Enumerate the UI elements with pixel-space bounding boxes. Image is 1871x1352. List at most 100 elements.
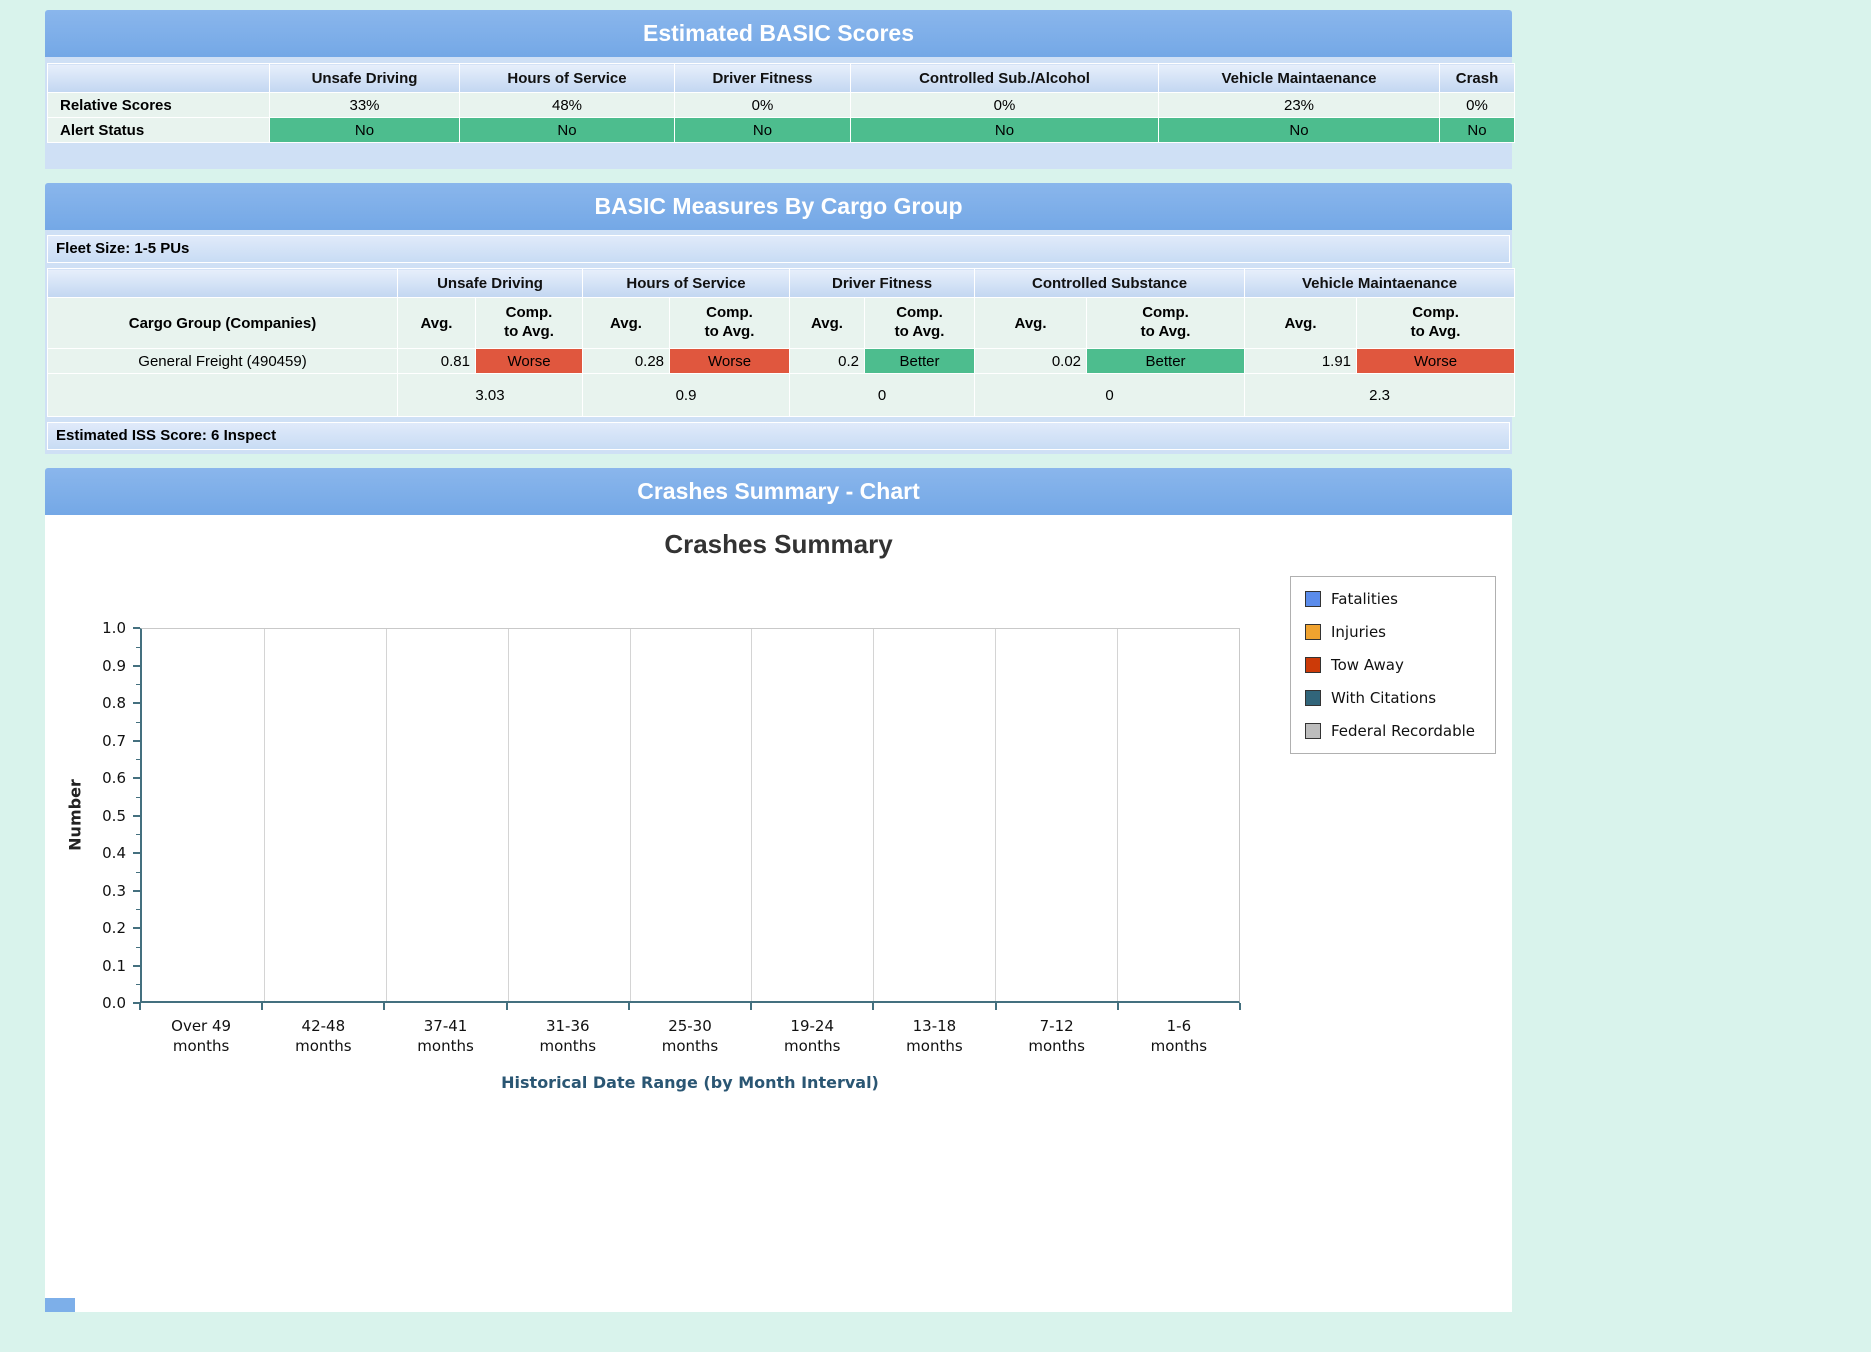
y-tick-label: 0.5 <box>102 806 126 825</box>
cargo-group-data-row: General Freight (490459) 0.81 Worse 0.28… <box>47 348 1516 374</box>
y-tick-mark <box>133 739 140 742</box>
legend-label: Tow Away <box>1331 656 1404 674</box>
x-tick-mark <box>1239 1003 1241 1010</box>
group-average-row: 3.03 0.9 0 0 2.3 <box>47 373 1516 417</box>
estimated-basic-scores-section: Estimated BASIC Scores Unsafe Driving Ho… <box>45 10 1515 169</box>
scores-table-container: Unsafe Driving Hours of Service Driver F… <box>45 57 1515 169</box>
y-tick-mark <box>133 627 140 629</box>
measures-table-container: Fleet Size: 1-5 PUs Unsafe Driving Hours… <box>45 230 1516 454</box>
x-tick-mark <box>505 1003 508 1010</box>
avg-header: Avg. <box>789 297 866 349</box>
relative-score-cell: 23% <box>1158 92 1440 118</box>
x-category-label: 13-18 months <box>906 1017 963 1056</box>
gridline <box>873 629 875 1001</box>
relative-scores-row: Relative Scores 33% 48% 0% 0% 23% 0% <box>47 92 1515 118</box>
group-header-controlled-substance: Controlled Substance <box>974 268 1246 298</box>
legend-item-tow-away: Tow Away <box>1305 656 1481 674</box>
legend-label: Fatalities <box>1331 590 1398 608</box>
column-header-vehicle-maintenance: Vehicle Maintaenance <box>1158 63 1440 93</box>
relative-score-cell: 0% <box>674 92 851 118</box>
x-tick-mark <box>261 1003 264 1010</box>
injuries-swatch-icon <box>1305 624 1321 640</box>
relative-score-cell: 48% <box>459 92 675 118</box>
x-category-label: 42-48 months <box>295 1017 352 1056</box>
y-tick-label: 0.9 <box>102 656 126 675</box>
basic-measures-table: Unsafe Driving Hours of Service Driver F… <box>47 268 1516 417</box>
column-header-crash: Crash <box>1439 63 1515 93</box>
crashes-summary-section: Crashes Summary - Chart Crashes Summary … <box>45 468 1512 1312</box>
comp-to-avg-value: Worse <box>1356 348 1516 374</box>
y-tick-label: 0.7 <box>102 731 126 750</box>
x-category-label: 31-36 months <box>539 1017 597 1056</box>
legend-label: Federal Recordable <box>1331 722 1476 740</box>
measures-subheader-row: Cargo Group (Companies) Avg. Comp. to Av… <box>47 297 1516 349</box>
group-header-unsafe-driving: Unsafe Driving <box>396 268 584 298</box>
relative-score-cell: 33% <box>269 92 460 118</box>
column-header-controlled-sub: Controlled Sub./Alcohol <box>850 63 1159 93</box>
crashes-section-title: Crashes Summary - Chart <box>45 468 1512 515</box>
with-citations-swatch-icon <box>1305 690 1321 706</box>
comp-to-avg-header: Comp. to Avg. <box>864 297 976 349</box>
plot-area <box>140 628 1240 1003</box>
avg-header: Avg. <box>397 297 476 349</box>
x-axis-ticks <box>139 1003 1241 1011</box>
relative-score-cell: 0% <box>1439 92 1515 118</box>
y-tick-mark <box>133 852 140 854</box>
x-tick-mark <box>750 1003 753 1010</box>
comp-to-avg-header: Comp. to Avg. <box>1086 297 1246 349</box>
comp-to-avg-header: Comp. to Avg. <box>669 297 791 349</box>
avg-value: 1.91 <box>1244 348 1358 374</box>
alert-status-cell: No <box>459 117 675 143</box>
legend-item-injuries: Injuries <box>1305 623 1481 641</box>
avg-value: 0.81 <box>397 348 476 374</box>
report-page: Estimated BASIC Scores Unsafe Driving Ho… <box>45 10 1516 1312</box>
y-tick-mark <box>133 664 140 667</box>
y-tick-mark <box>133 889 140 892</box>
avg-value: 0.02 <box>974 348 1088 374</box>
fleet-size-bar: Fleet Size: 1-5 PUs <box>47 235 1510 263</box>
alert-status-cell: No <box>674 117 851 143</box>
cargo-group-name: General Freight (490459) <box>47 348 398 374</box>
y-tick-label: 1.0 <box>102 619 126 637</box>
gridline <box>751 629 753 1001</box>
gridline <box>263 629 265 1001</box>
y-tick-label: 0.3 <box>102 881 126 900</box>
legend-item-federal-recordable: Federal Recordable <box>1305 722 1481 740</box>
estimated-basic-scores-table: Unsafe Driving Hours of Service Driver F… <box>47 63 1515 143</box>
gridline <box>629 629 631 1001</box>
comp-to-avg-header: Comp. to Avg. <box>474 297 584 349</box>
scores-header-row: Unsafe Driving Hours of Service Driver F… <box>47 63 1515 93</box>
comp-to-avg-value: Worse <box>669 348 791 374</box>
avg-value: 0.28 <box>582 348 671 374</box>
alert-status-row: Alert Status No No No No No No <box>47 117 1515 143</box>
x-axis-category-labels: Over 49 months 42-48 months 37-41 months 31… <box>140 1016 1240 1057</box>
legend-item-with-citations: With Citations <box>1305 689 1481 707</box>
measures-group-header-row: Unsafe Driving Hours of Service Driver F… <box>47 268 1516 298</box>
y-tick-label: 0.6 <box>102 769 126 787</box>
x-tick-mark <box>872 1003 875 1010</box>
group-average-value: 3.03 <box>396 373 584 417</box>
x-axis-title: Historical Date Range (by Month Interval… <box>501 1073 879 1092</box>
y-tick-mark <box>133 927 140 929</box>
y-tick-label: 0.1 <box>102 956 126 975</box>
group-header-driver-fitness: Driver Fitness <box>789 268 976 298</box>
relative-score-cell: 0% <box>850 92 1159 118</box>
comp-to-avg-value: Worse <box>474 348 584 374</box>
legend-label: Injuries <box>1331 623 1386 641</box>
basic-measures-section: BASIC Measures By Cargo Group Fleet Size… <box>45 183 1516 454</box>
avg-header: Avg. <box>1244 297 1358 349</box>
measures-section-title: BASIC Measures By Cargo Group <box>45 183 1512 230</box>
group-average-value: 0 <box>789 373 976 417</box>
corner-cell <box>47 268 398 298</box>
group-average-value: 0.9 <box>582 373 791 417</box>
iss-score-bar: Estimated ISS Score: 6 Inspect <box>47 422 1510 450</box>
column-header-hours-of-service: Hours of Service <box>459 63 675 93</box>
x-tick-mark <box>627 1003 630 1010</box>
x-category-label: 7-12 months <box>1028 1017 1085 1056</box>
y-tick-label: 0.2 <box>102 919 126 937</box>
tow-away-swatch-icon <box>1305 657 1321 673</box>
y-tick-label: 0.0 <box>102 994 126 1012</box>
legend-item-fatalities: Fatalities <box>1305 590 1481 608</box>
avg-header: Avg. <box>582 297 671 349</box>
group-average-value: 2.3 <box>1244 373 1516 417</box>
